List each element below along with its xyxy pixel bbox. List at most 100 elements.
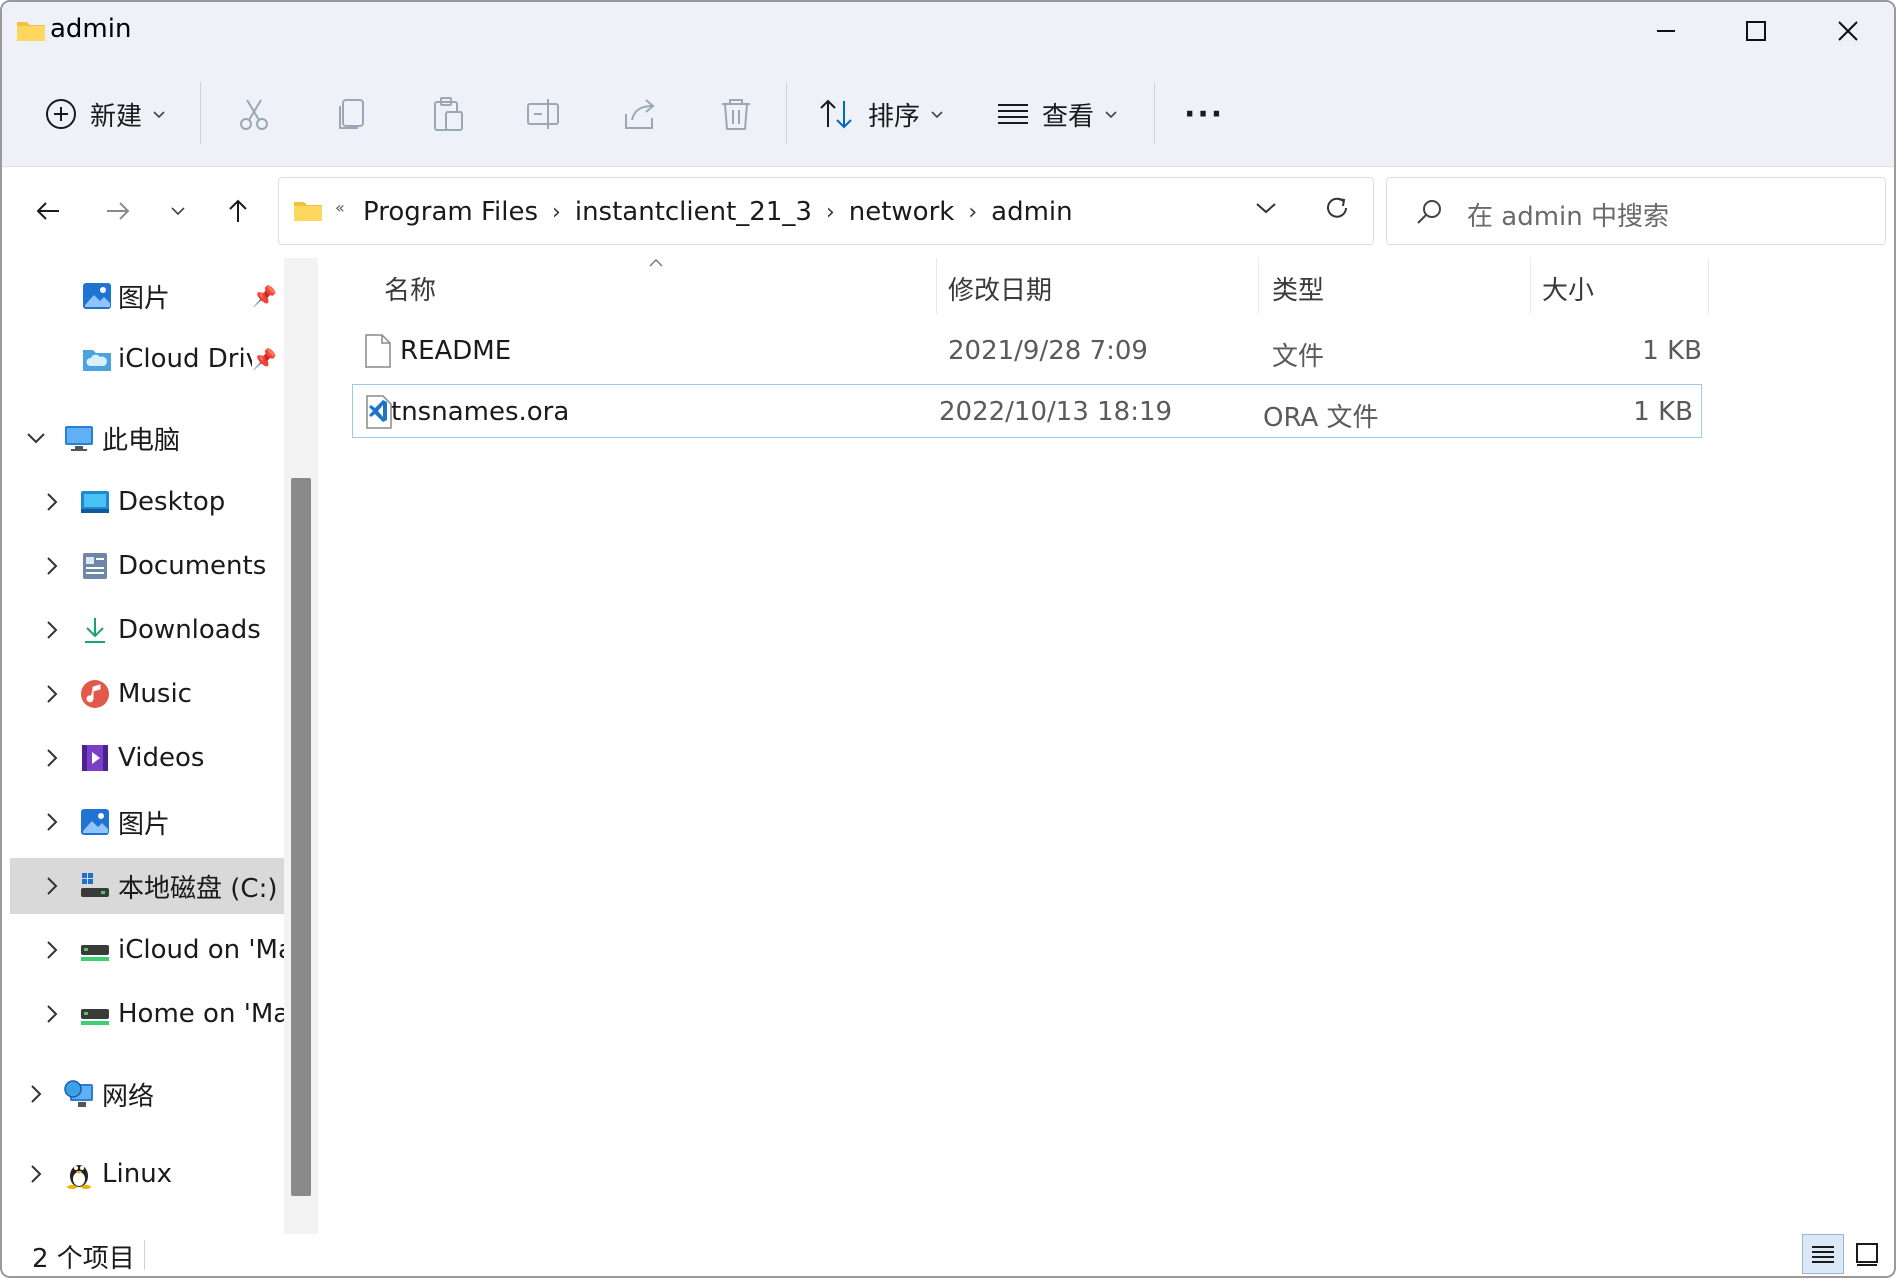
column-header-type[interactable]: 类型 xyxy=(1272,270,1324,307)
details-view-button[interactable] xyxy=(1802,1234,1844,1274)
chevron-down-icon xyxy=(1105,111,1117,119)
file-modified: 2021/9/28 7:09 xyxy=(948,336,1148,366)
new-label: 新建 xyxy=(90,101,143,132)
sort-button[interactable]: 排序 xyxy=(818,62,944,166)
breadcrumb-item[interactable]: network xyxy=(849,197,955,227)
sidebar-item-this-pc[interactable]: 此电脑 xyxy=(2,410,284,466)
chevron-right-icon[interactable] xyxy=(40,618,64,642)
file-row[interactable]: tnsnames.ora 2022/10/13 18:19 ORA 文件 1 K… xyxy=(352,384,1702,438)
chevron-right-icon[interactable]: › xyxy=(552,200,561,225)
arrow-right-icon xyxy=(107,202,130,220)
pin-icon[interactable]: 📌 xyxy=(252,284,277,308)
title-bar: admin xyxy=(2,2,1894,62)
chevron-right-icon[interactable]: › xyxy=(968,200,977,225)
videos-icon xyxy=(82,745,108,771)
minimize-button[interactable] xyxy=(1620,2,1712,60)
chevron-right-icon[interactable]: › xyxy=(826,200,835,225)
column-header-modified[interactable]: 修改日期 xyxy=(948,270,1052,307)
pin-icon[interactable]: 📌 xyxy=(252,347,277,371)
chevron-right-icon[interactable] xyxy=(40,682,64,706)
breadcrumb-item[interactable]: admin xyxy=(991,197,1072,227)
sidebar-item-icloud-on-mac[interactable]: iCloud on 'Mac xyxy=(2,922,284,978)
sidebar-item-label: 此电脑 xyxy=(102,425,181,456)
large-icons-view-button[interactable] xyxy=(1846,1234,1888,1274)
file-row[interactable]: README 2021/9/28 7:09 文件 1 KB xyxy=(352,324,1702,378)
paste-button[interactable] xyxy=(428,62,468,166)
close-icon xyxy=(1838,21,1858,41)
sort-ascending-icon xyxy=(649,259,663,267)
chevron-right-icon[interactable] xyxy=(40,746,64,770)
chevron-right-icon[interactable] xyxy=(40,554,64,578)
sidebar-item-label: Home on 'Mac xyxy=(118,999,284,1029)
sidebar-item-local-disk[interactable]: 本地磁盘 (C:) xyxy=(10,858,284,914)
status-divider xyxy=(144,1240,145,1270)
chevron-right-icon[interactable] xyxy=(24,1162,48,1186)
overflow-crumbs-icon[interactable]: « xyxy=(335,198,345,217)
sidebar-item-network[interactable]: 网络 xyxy=(2,1066,284,1122)
sidebar-item-music[interactable]: Music xyxy=(2,666,284,722)
sidebar-item-label: Desktop xyxy=(118,487,226,517)
computer-icon xyxy=(65,426,93,451)
sidebar-item-documents[interactable]: Documents xyxy=(2,538,284,594)
file-modified: 2022/10/13 18:19 xyxy=(939,397,1173,427)
sidebar-item-videos[interactable]: Videos xyxy=(2,730,284,786)
chevron-right-icon[interactable] xyxy=(40,1002,64,1026)
sidebar-item-pictures[interactable]: 图片 xyxy=(2,794,284,850)
search-box[interactable]: 在 admin 中搜索 xyxy=(1386,177,1886,245)
sidebar-item-linux[interactable]: Linux xyxy=(2,1146,284,1202)
more-icon: ··· xyxy=(1184,96,1225,132)
breadcrumb-item[interactable]: Program Files xyxy=(363,197,538,227)
share-button[interactable] xyxy=(620,62,660,166)
toolbar-divider xyxy=(1154,82,1155,144)
sidebar-item-icloud-drive[interactable]: iCloud Drive 📌 xyxy=(2,331,284,387)
breadcrumb-item[interactable]: instantclient_21_3 xyxy=(575,197,812,227)
sidebar-item-desktop[interactable]: Desktop xyxy=(2,474,284,530)
address-bar[interactable]: « Program Files › instantclient_21_3 › n… xyxy=(278,177,1374,245)
search-icon xyxy=(1417,200,1441,224)
chevron-right-icon[interactable] xyxy=(40,874,64,898)
column-header-name[interactable]: 名称 xyxy=(384,270,436,307)
refresh-button[interactable] xyxy=(1323,194,1351,226)
sidebar-item-label: 本地磁盘 (C:) xyxy=(118,873,278,904)
column-divider[interactable] xyxy=(1258,258,1259,314)
chevron-down-icon[interactable] xyxy=(24,426,48,450)
recent-locations-button[interactable] xyxy=(154,187,202,235)
column-divider[interactable] xyxy=(1530,258,1531,314)
toolbar-divider xyxy=(200,82,201,144)
pictures-icon xyxy=(83,283,111,309)
sidebar-item-pictures-pinned[interactable]: 图片 📌 xyxy=(2,268,284,324)
column-divider[interactable] xyxy=(1708,258,1709,314)
sidebar-scrollbar-thumb[interactable] xyxy=(291,478,311,1196)
view-button[interactable]: 查看 xyxy=(996,62,1118,166)
new-button[interactable]: 新建 xyxy=(44,62,166,166)
file-explorer-window: admin 新建 排序 查看 ··· « Program Files › ins… xyxy=(0,0,1896,1278)
column-divider[interactable] xyxy=(936,258,937,314)
network-drive-icon xyxy=(81,1009,109,1025)
sidebar-item-home-on-mac[interactable]: Home on 'Mac xyxy=(2,986,284,1042)
close-button[interactable] xyxy=(1802,2,1894,60)
maximize-button[interactable] xyxy=(1710,2,1802,60)
address-history-button[interactable] xyxy=(1255,200,1277,219)
toolbar-divider xyxy=(786,82,787,144)
chevron-right-icon[interactable] xyxy=(40,938,64,962)
chevron-right-icon[interactable] xyxy=(40,810,64,834)
cut-button[interactable] xyxy=(234,62,274,166)
chevron-right-icon[interactable] xyxy=(24,1082,48,1106)
file-size: 1 KB xyxy=(1633,397,1693,427)
up-button[interactable] xyxy=(214,187,262,235)
search-input[interactable]: 在 admin 中搜索 xyxy=(1467,196,1669,233)
file-type: 文件 xyxy=(1272,342,1325,372)
back-button[interactable] xyxy=(24,187,72,235)
chevron-right-icon[interactable] xyxy=(40,490,64,514)
sidebar-item-downloads[interactable]: Downloads xyxy=(2,602,284,658)
more-options-button[interactable]: ··· xyxy=(1184,62,1224,166)
copy-button[interactable] xyxy=(332,62,372,166)
local-disk-icon xyxy=(81,873,109,897)
sidebar-item-label: 图片 xyxy=(118,283,171,314)
column-header-size[interactable]: 大小 xyxy=(1542,270,1594,307)
sidebar-item-label: 图片 xyxy=(118,809,171,840)
forward-button[interactable] xyxy=(94,187,142,235)
downloads-icon xyxy=(85,618,105,643)
delete-button[interactable] xyxy=(716,62,756,166)
rename-button[interactable] xyxy=(524,62,564,166)
